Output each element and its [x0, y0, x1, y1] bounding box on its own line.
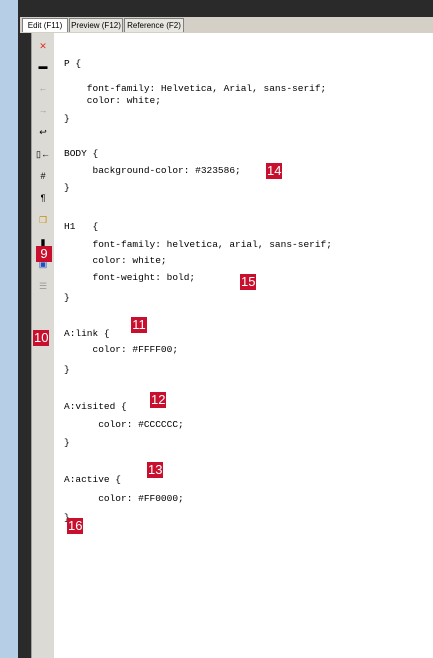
back-arrow-icon[interactable]: ←: [35, 81, 51, 95]
code-line: }: [64, 113, 70, 124]
callout-9: 9: [36, 246, 52, 262]
code-line: color: white;: [64, 95, 161, 106]
tab-edit[interactable]: Edit (F11): [22, 18, 68, 32]
code-editor[interactable]: P { font-family: Helvetica, Arial, sans-…: [54, 33, 433, 658]
code-line: }: [64, 364, 70, 375]
callout-13: 13: [147, 462, 164, 478]
code-line: }: [64, 437, 70, 448]
code-line: A:visited {: [64, 401, 127, 412]
left-gutter: [20, 33, 31, 658]
pilcrow-icon[interactable]: ¶: [35, 191, 51, 205]
monitor-icon[interactable]: ▬: [35, 59, 51, 73]
callout-16: 16: [67, 518, 84, 534]
code-line: A:link {: [64, 328, 110, 339]
callout-12: 12: [150, 392, 167, 408]
code-line: H1 {: [64, 221, 99, 232]
callout-11: 11: [131, 317, 147, 333]
code-line: BODY {: [64, 148, 99, 159]
code-line: color: #CCCCCC;: [64, 419, 184, 430]
tab-bar: Edit (F11) Preview (F12) Reference (F2): [20, 17, 433, 34]
callout-10: 10: [33, 330, 50, 346]
tab-preview[interactable]: Preview (F12): [69, 18, 123, 32]
code-line: A:active {: [64, 474, 122, 485]
code-line: background-color: #323586;: [64, 165, 241, 176]
code-line: }: [64, 292, 70, 303]
code-line: }: [64, 182, 70, 193]
word-wrap-icon[interactable]: ↩: [35, 125, 51, 139]
forward-arrow-icon[interactable]: →: [35, 103, 51, 117]
hash-icon[interactable]: #: [35, 169, 51, 183]
code-line: font-family: helvetica, arial, sans-seri…: [64, 239, 332, 250]
code-line: font-weight: bold;: [64, 272, 196, 283]
code-line: color: #FF0000;: [64, 493, 184, 504]
insert-icon[interactable]: ▯←: [35, 147, 51, 161]
code-line: font-family: Helvetica, Arial, sans-seri…: [64, 83, 327, 94]
copy-icon[interactable]: ❐: [35, 213, 51, 227]
callout-15: 15: [240, 274, 257, 290]
callout-14: 14: [266, 163, 283, 179]
close-icon[interactable]: ✕: [35, 39, 51, 53]
code-line: color: white;: [64, 255, 167, 266]
tab-reference[interactable]: Reference (F2): [124, 18, 184, 32]
code-line: color: #FFFF00;: [64, 344, 179, 355]
code-line: P {: [64, 58, 82, 69]
table-icon[interactable]: ☰: [35, 279, 51, 293]
